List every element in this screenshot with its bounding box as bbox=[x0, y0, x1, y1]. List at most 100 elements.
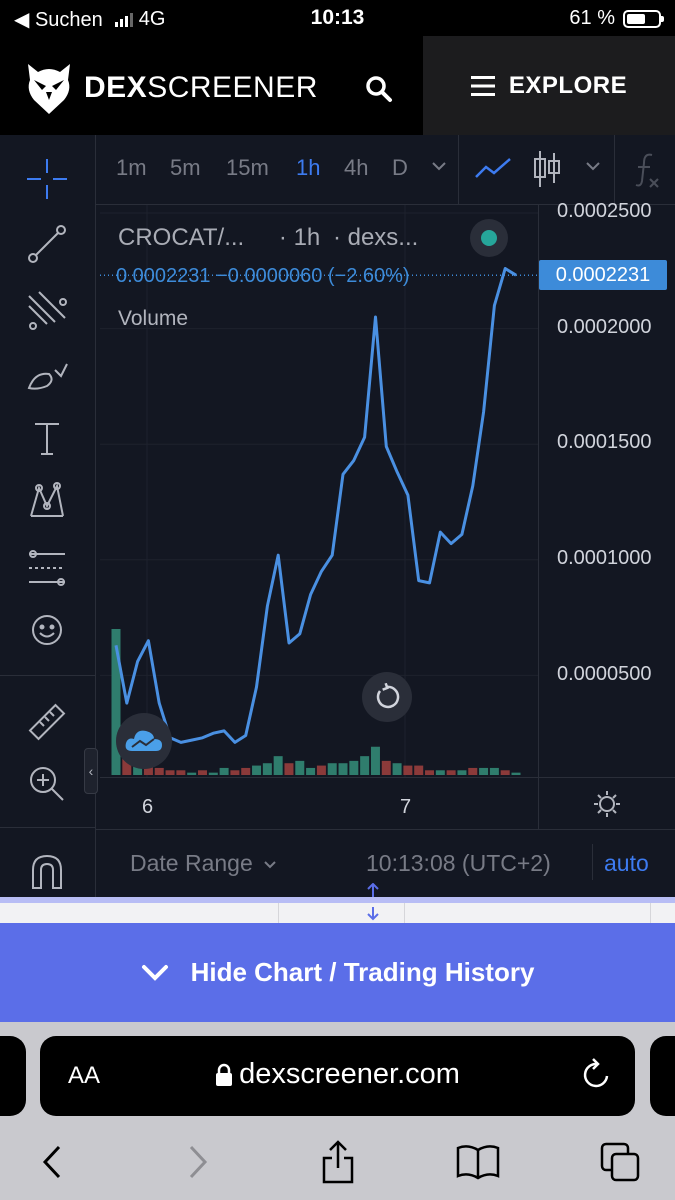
volume-bar bbox=[425, 770, 435, 775]
auto-scale-button[interactable]: auto bbox=[604, 850, 649, 877]
hide-chart-label: Hide Chart / Trading History bbox=[190, 957, 535, 987]
icons-tool[interactable] bbox=[22, 605, 72, 655]
reload-button[interactable] bbox=[579, 1056, 613, 1097]
next-tab-preview[interactable] bbox=[650, 1036, 675, 1116]
safari-toolbar: AA dexscreener.com bbox=[0, 1022, 675, 1200]
timeframe-5m[interactable]: 5m bbox=[170, 155, 201, 181]
chart-top-toolbar: 1m 5m 15m 1h 4h D bbox=[96, 135, 675, 205]
trend-line-tool[interactable] bbox=[22, 219, 72, 269]
volume-bar bbox=[381, 760, 391, 775]
time-tick: 7 bbox=[400, 796, 412, 818]
chevron-right-icon bbox=[189, 1145, 208, 1179]
chart-type-dropdown[interactable] bbox=[584, 159, 602, 177]
search-icon bbox=[366, 76, 392, 102]
tabs-button[interactable] bbox=[598, 1140, 642, 1184]
chart-settings-button[interactable] bbox=[538, 777, 675, 829]
brush-tool[interactable] bbox=[22, 351, 72, 401]
chart-widget: ‹ 1m 5m 15m 1h 4h D CROCAT/... · 1h · de… bbox=[0, 135, 675, 897]
candles-chart-type-button[interactable] bbox=[532, 149, 562, 194]
reset-chart-button[interactable] bbox=[362, 672, 412, 722]
volume-bar bbox=[273, 756, 283, 775]
cloud-chart-icon bbox=[125, 730, 162, 751]
bookmarks-button[interactable] bbox=[456, 1140, 500, 1184]
search-button[interactable] bbox=[356, 66, 402, 112]
dexscreener-logo[interactable]: DEXSCREENER bbox=[24, 60, 318, 116]
price-tick: 0.0002500 bbox=[557, 200, 652, 222]
url-text: dexscreener.com bbox=[239, 1058, 460, 1090]
market-status-indicator[interactable] bbox=[470, 219, 508, 257]
line-chart-icon bbox=[475, 158, 511, 178]
tabs-icon bbox=[600, 1142, 640, 1182]
timeframe-4h[interactable]: 4h bbox=[344, 155, 368, 181]
hide-chart-button[interactable]: Hide Chart / Trading History bbox=[0, 923, 675, 1022]
volume-bar bbox=[316, 765, 326, 775]
legend-price: 0.0002231 −0.0000060 (−2.60%) bbox=[116, 265, 410, 287]
book-icon bbox=[456, 1145, 500, 1180]
timeframe-1m[interactable]: 1m bbox=[116, 155, 147, 181]
volume-bar bbox=[360, 756, 370, 775]
volume-bar bbox=[338, 763, 348, 775]
crosshair-tool[interactable] bbox=[22, 154, 72, 204]
function-icon bbox=[635, 153, 659, 188]
price-tick: 0.0000500 bbox=[557, 663, 652, 685]
share-icon bbox=[322, 1140, 354, 1184]
chevron-down-icon bbox=[432, 162, 446, 171]
reload-icon bbox=[583, 1058, 609, 1088]
pattern-tool[interactable] bbox=[22, 477, 72, 527]
volume-bar bbox=[241, 767, 251, 775]
current-price-tag: 0.0002231 bbox=[539, 260, 667, 290]
legend-symbol[interactable]: CROCAT/... bbox=[118, 224, 244, 251]
forward-button[interactable] bbox=[176, 1140, 220, 1184]
volume-bar bbox=[435, 770, 445, 775]
line-chart-type-button[interactable] bbox=[474, 153, 512, 188]
timeframe-1h[interactable]: 1h bbox=[296, 155, 320, 181]
resize-band bbox=[0, 897, 675, 903]
battery-percent: 61 % bbox=[569, 7, 615, 29]
lock-icon bbox=[216, 1063, 233, 1086]
zoom-tool[interactable] bbox=[22, 759, 72, 809]
volume-bar bbox=[500, 770, 510, 775]
time-axis[interactable]: 6 7 bbox=[100, 777, 538, 829]
resize-handle-strip[interactable] bbox=[0, 883, 675, 923]
timeframe-dropdown[interactable] bbox=[430, 159, 448, 177]
tradingview-logo[interactable] bbox=[116, 713, 172, 769]
date-range-button[interactable]: Date Range bbox=[130, 850, 277, 877]
timeframe-d[interactable]: D bbox=[392, 155, 408, 181]
trend-line-icon bbox=[28, 225, 66, 263]
resize-arrows-icon bbox=[367, 883, 379, 921]
volume-bar bbox=[403, 765, 413, 775]
previous-tab-preview[interactable] bbox=[0, 1036, 26, 1116]
price-tick: 0.0002000 bbox=[557, 316, 652, 338]
price-chart[interactable] bbox=[100, 205, 538, 777]
magnet-tool[interactable] bbox=[22, 847, 72, 897]
indicators-button[interactable] bbox=[632, 149, 662, 194]
volume-bar bbox=[392, 763, 402, 775]
strip-divider bbox=[650, 903, 651, 923]
hamburger-icon bbox=[470, 75, 495, 96]
smiley-icon bbox=[32, 615, 62, 645]
strip-divider bbox=[278, 903, 279, 923]
fib-tool[interactable] bbox=[22, 285, 72, 335]
explore-button[interactable]: EXPLORE bbox=[423, 36, 675, 135]
volume-bar bbox=[154, 767, 164, 775]
volume-bar bbox=[446, 770, 456, 775]
address-bar[interactable]: AA dexscreener.com bbox=[40, 1036, 635, 1116]
explore-label: EXPLORE bbox=[508, 71, 628, 99]
collapse-toolbar-button[interactable]: ‹ bbox=[84, 748, 98, 794]
legend-volume[interactable]: Volume bbox=[118, 307, 188, 331]
status-dot-icon bbox=[481, 230, 497, 246]
text-tool[interactable] bbox=[22, 413, 72, 463]
timeframe-15m[interactable]: 15m bbox=[226, 155, 269, 181]
brush-icon bbox=[27, 363, 68, 390]
toolbar-divider bbox=[614, 135, 615, 205]
volume-bar bbox=[489, 767, 499, 775]
toolbar-divider bbox=[0, 675, 96, 676]
chart-clock[interactable]: 10:13:08 (UTC+2) bbox=[366, 850, 551, 877]
volume-bar bbox=[414, 765, 424, 775]
price-axis[interactable]: 0.0002500 0.0002000 0.0001500 0.0001000 … bbox=[538, 200, 675, 777]
back-button[interactable] bbox=[30, 1140, 74, 1184]
measure-tool[interactable] bbox=[22, 697, 72, 747]
ruler-icon bbox=[28, 703, 66, 741]
prediction-tool[interactable] bbox=[22, 543, 72, 593]
share-button[interactable] bbox=[316, 1140, 360, 1184]
